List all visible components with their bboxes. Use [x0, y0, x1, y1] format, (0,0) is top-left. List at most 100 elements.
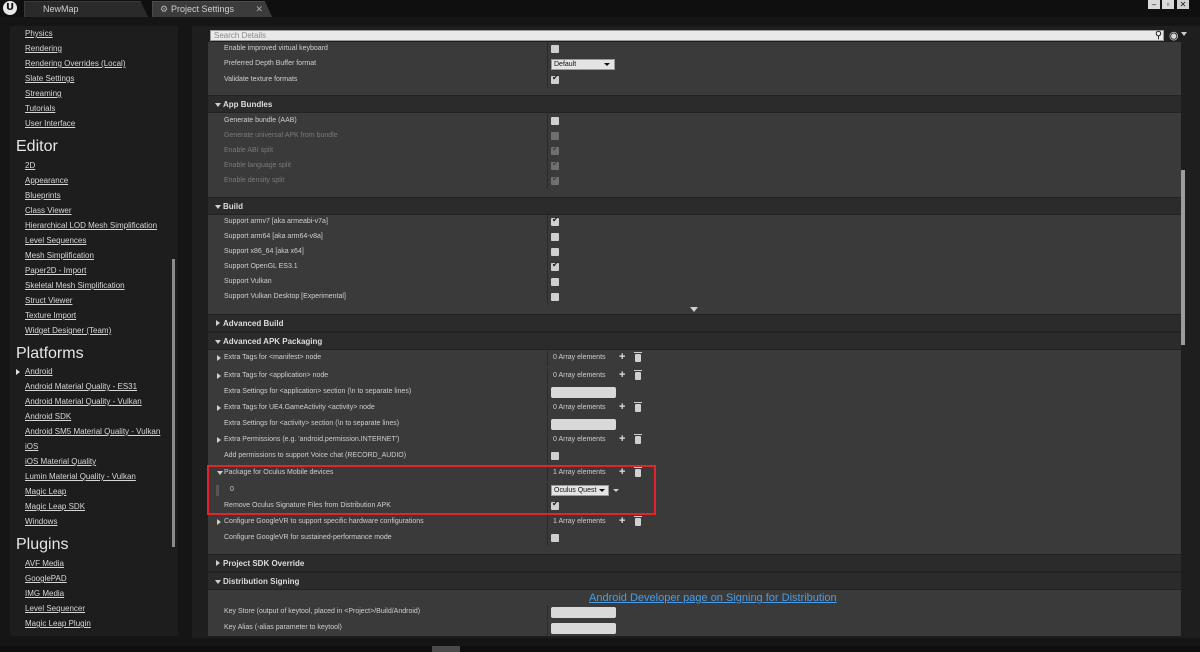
nav-item-googlepad[interactable]: GooglePAD [25, 574, 67, 583]
section-advanced-build[interactable]: Advanced Build [208, 314, 1181, 332]
nav-item-2d[interactable]: 2D [25, 161, 35, 170]
nav-item-rendering[interactable]: Rendering [25, 44, 62, 53]
expand-arrow-icon[interactable] [216, 560, 220, 566]
maximize-button[interactable]: ▫ [1162, 0, 1174, 9]
section-project-sdk-override[interactable]: Project SDK Override [208, 554, 1181, 572]
trash-icon[interactable] [634, 402, 642, 412]
property-checkbox[interactable] [551, 278, 559, 286]
signing-docs-link[interactable]: Android Developer page on Signing for Di… [589, 592, 837, 604]
section-build[interactable]: Build [208, 197, 1181, 215]
nav-item-user-interface[interactable]: User Interface [25, 119, 75, 128]
nav-item-class-viewer[interactable]: Class Viewer [25, 206, 72, 215]
nav-item-hierarchical-lod-mesh-simplification[interactable]: Hierarchical LOD Mesh Simplification [25, 221, 157, 230]
section-advanced-apk-packaging[interactable]: Advanced APK Packaging [208, 332, 1181, 350]
tab-newmap[interactable]: NewMap [24, 1, 148, 17]
details-scrollbar[interactable] [1181, 170, 1185, 345]
add-element-icon[interactable]: + [619, 515, 625, 527]
column-divider[interactable] [547, 275, 548, 290]
nav-item-skeletal-mesh-simplification[interactable]: Skeletal Mesh Simplification [25, 281, 125, 290]
expand-arrow-icon[interactable] [217, 519, 221, 525]
section-app-bundles[interactable]: App Bundles [208, 95, 1181, 113]
tab-project-settings[interactable]: ⚙ Project Settings ✕ [152, 1, 272, 17]
column-divider[interactable] [547, 57, 548, 72]
trash-icon[interactable] [634, 352, 642, 362]
column-divider[interactable] [547, 531, 548, 546]
column-divider[interactable] [547, 449, 548, 464]
column-divider[interactable] [547, 515, 548, 530]
column-divider[interactable] [547, 159, 548, 174]
nav-item-android-sdk[interactable]: Android SDK [25, 412, 71, 421]
nav-item-blueprints[interactable]: Blueprints [25, 191, 61, 200]
nav-item-mesh-simplification[interactable]: Mesh Simplification [25, 251, 94, 260]
column-divider[interactable] [547, 73, 548, 88]
nav-item-struct-viewer[interactable]: Struct Viewer [25, 296, 72, 305]
nav-item-tutorials[interactable]: Tutorials [25, 104, 55, 113]
property-checkbox[interactable] [551, 45, 559, 53]
view-options-eye-icon[interactable]: ◉ [1169, 29, 1179, 42]
trash-icon[interactable] [634, 434, 642, 444]
nav-item-appearance[interactable]: Appearance [25, 176, 68, 185]
property-checkbox[interactable]: ✔ [551, 73, 559, 84]
search-icon[interactable]: ⚲ [1153, 30, 1164, 41]
nav-item-android-material-quality-vulkan[interactable]: Android Material Quality - Vulkan [25, 397, 142, 406]
chevron-down-icon[interactable] [1181, 32, 1187, 36]
add-element-icon[interactable]: + [619, 401, 625, 413]
nav-item-paper2d-import[interactable]: Paper2D - Import [25, 266, 86, 275]
nav-item-windows[interactable]: Windows [25, 517, 57, 526]
collapse-arrow-icon[interactable] [215, 103, 221, 107]
horizontal-scroll-thumb[interactable] [432, 646, 460, 652]
collapse-arrow-icon[interactable] [215, 580, 221, 584]
search-details-input[interactable]: Search Details [210, 30, 1164, 41]
collapse-arrow-icon[interactable] [215, 205, 221, 209]
nav-item-widget-designer-team[interactable]: Widget Designer (Team) [25, 326, 111, 335]
nav-item-streaming[interactable]: Streaming [25, 89, 61, 98]
expand-arrow-icon[interactable] [217, 355, 221, 361]
column-divider[interactable] [547, 369, 548, 384]
column-divider[interactable] [547, 605, 548, 620]
nav-item-android-material-quality-es31[interactable]: Android Material Quality - ES31 [25, 382, 137, 391]
nav-item-android[interactable]: Android [25, 367, 53, 376]
nav-item-magic-leap-sdk[interactable]: Magic Leap SDK [25, 502, 85, 511]
expand-arrow-icon[interactable] [217, 373, 221, 379]
nav-item-magic-leap-plugin[interactable]: Magic Leap Plugin [25, 619, 91, 628]
nav-scrollbar[interactable] [172, 259, 175, 547]
nav-item-rendering-overrides-local[interactable]: Rendering Overrides (Local) [25, 59, 126, 68]
property-checkbox[interactable] [551, 452, 559, 460]
column-divider[interactable] [547, 351, 548, 366]
minimize-button[interactable]: – [1148, 0, 1160, 9]
expand-arrow-icon[interactable] [217, 437, 221, 443]
property-text-input[interactable] [551, 387, 616, 398]
trash-icon[interactable] [634, 370, 642, 380]
property-checkbox[interactable] [551, 233, 559, 241]
property-checkbox[interactable] [551, 293, 559, 301]
property-text-input[interactable] [551, 607, 616, 618]
property-checkbox[interactable] [551, 117, 559, 125]
column-divider[interactable] [547, 129, 548, 144]
nav-item-level-sequences[interactable]: Level Sequences [25, 236, 86, 245]
nav-item-avf-media[interactable]: AVF Media [25, 559, 64, 568]
expand-arrow-icon[interactable] [217, 405, 221, 411]
trash-icon[interactable] [634, 516, 642, 526]
column-divider[interactable] [547, 245, 548, 260]
section-distribution-signing[interactable]: Distribution Signing [208, 572, 1181, 590]
column-divider[interactable] [547, 174, 548, 189]
column-divider[interactable] [547, 621, 548, 636]
add-element-icon[interactable]: + [619, 369, 625, 381]
property-text-input[interactable] [551, 419, 616, 430]
column-divider[interactable] [547, 215, 548, 230]
nav-item-slate-settings[interactable]: Slate Settings [25, 74, 74, 83]
nav-item-img-media[interactable]: IMG Media [25, 589, 64, 598]
property-checkbox[interactable] [551, 534, 559, 542]
column-divider[interactable] [547, 385, 548, 400]
nav-item-ios[interactable]: iOS [25, 442, 38, 451]
window-close-button[interactable]: ✕ [1177, 0, 1189, 9]
column-divider[interactable] [547, 290, 548, 305]
nav-item-level-sequencer[interactable]: Level Sequencer [25, 604, 85, 613]
column-divider[interactable] [547, 417, 548, 432]
column-divider[interactable] [547, 114, 548, 129]
property-checkbox[interactable] [551, 248, 559, 256]
close-icon[interactable]: ✕ [255, 2, 263, 17]
column-divider[interactable] [547, 401, 548, 416]
column-divider[interactable] [547, 230, 548, 245]
nav-item-ios-material-quality[interactable]: iOS Material Quality [25, 457, 96, 466]
